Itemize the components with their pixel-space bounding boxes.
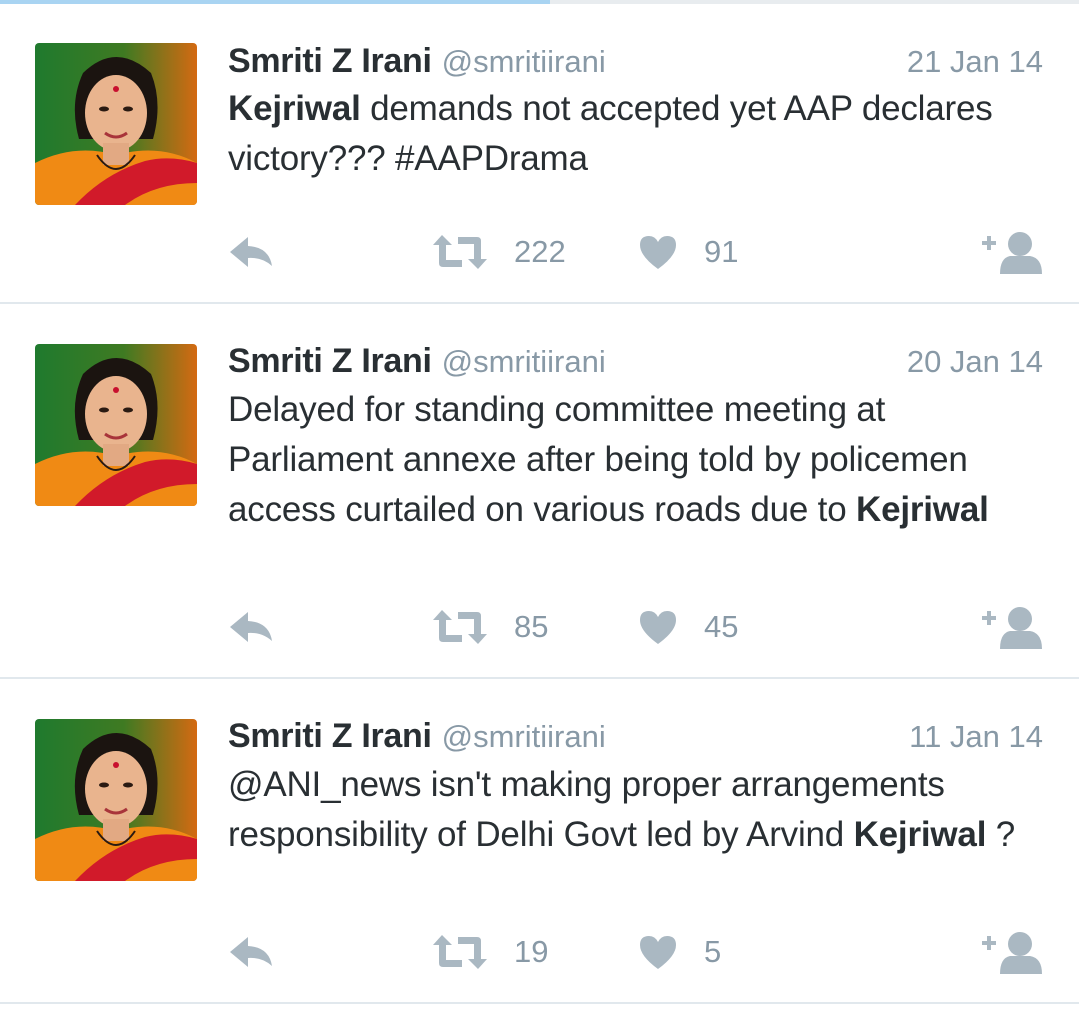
avatar[interactable] [35,344,197,506]
retweet-button[interactable]: 85 [432,605,548,649]
tweet-text-part: ? [986,815,1016,854]
user-handle[interactable]: @smritiirani [442,719,606,754]
mention-keyword: Kejriwal [228,89,361,128]
retweet-icon [432,233,488,271]
follow-button[interactable] [982,930,1046,974]
tweet-actions: 222 91 [228,230,1046,274]
avatar[interactable] [35,719,197,881]
retweet-icon [432,933,488,971]
mention-keyword: Kejriwal [856,490,989,529]
like-count: 5 [704,934,722,969]
tweet-date[interactable]: 21 Jan 14 [907,44,1043,80]
reply-button[interactable] [228,930,274,974]
retweet-button[interactable]: 19 [432,930,548,974]
reply-arrow-icon [228,610,274,644]
tweet-header: Smriti Z Irani @smritiirani 11 Jan 14 [228,717,1043,757]
tweet-text: Delayed for standing committee meeting a… [228,385,1048,535]
avatar-image [35,43,197,205]
tweet-text: Kejriwal demands not accepted yet AAP de… [228,84,1048,184]
user-handle[interactable]: @smritiirani [442,44,606,79]
follow-user-plus-icon [982,230,1046,274]
follow-button[interactable] [982,230,1046,274]
retweet-icon [432,608,488,646]
tweet-card[interactable]: Smriti Z Irani @smritiirani 11 Jan 14 @AN… [0,679,1079,1004]
tweet-card[interactable]: Smriti Z Irani @smritiirani 20 Jan 14 Del… [0,304,1079,679]
heart-icon [638,609,678,645]
mention-keyword: Kejriwal [853,815,987,854]
reply-arrow-icon [228,235,274,269]
tweet-header: Smriti Z Irani @smritiirani 20 Jan 14 [228,342,1043,382]
retweet-count: 19 [514,934,549,969]
follow-user-plus-icon [982,930,1046,974]
heart-icon [638,934,678,970]
display-name[interactable]: Smriti Z Irani [228,342,432,380]
retweet-count: 222 [514,234,566,269]
like-count: 45 [704,609,739,644]
avatar[interactable] [35,43,197,205]
tweet-text: @ANI_news isn't making proper arrangemen… [228,760,1048,860]
retweet-count: 85 [514,609,549,644]
display-name[interactable]: Smriti Z Irani [228,42,432,80]
retweet-button[interactable]: 222 [432,230,566,274]
display-name[interactable]: Smriti Z Irani [228,717,432,755]
avatar-image [35,344,197,506]
tweet-card[interactable]: Smriti Z Irani @smritiirani 21 Jan 14 Kej… [0,4,1079,304]
tweet-actions: 85 45 [228,605,1046,649]
heart-icon [638,234,678,270]
reply-button[interactable] [228,230,274,274]
tweet-header: Smriti Z Irani @smritiirani 21 Jan 14 [228,42,1043,82]
tweet-actions: 19 5 [228,930,1046,974]
user-handle[interactable]: @smritiirani [442,344,606,379]
tweet-text-part: @ANI_news isn't making proper arrangemen… [228,765,945,854]
reply-arrow-icon [228,935,274,969]
like-button[interactable]: 5 [638,930,721,974]
tweet-date[interactable]: 11 Jan 14 [909,719,1043,755]
reply-button[interactable] [228,605,274,649]
like-count: 91 [704,234,739,269]
tweet-date[interactable]: 20 Jan 14 [907,344,1043,380]
follow-user-plus-icon [982,605,1046,649]
like-button[interactable]: 91 [638,230,738,274]
avatar-image [35,719,197,881]
like-button[interactable]: 45 [638,605,738,649]
follow-button[interactable] [982,605,1046,649]
